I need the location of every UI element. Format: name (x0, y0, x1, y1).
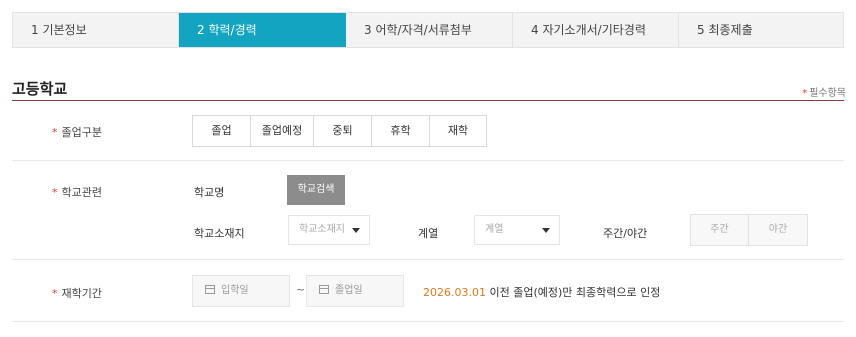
step-navigation: 1 기본정보 2 학력/경력 3 어학/자격/서류첨부 4 자기소개서/기타경력… (12, 12, 844, 56)
option-expected[interactable]: 졸업예정 (251, 116, 314, 146)
required-mark: * (802, 88, 808, 99)
step-label: 2 학력/경력 (197, 23, 257, 37)
option-graduated[interactable]: 졸업 (193, 116, 251, 146)
step-education-career[interactable]: 2 학력/경력 (179, 13, 346, 56)
option-day[interactable]: 주간 (691, 215, 749, 245)
step-language-cert[interactable]: 3 어학/자격/서류첨부 (346, 13, 513, 47)
period-note-text: 이전 졸업(예정)만 최종학력으로 인정 (485, 286, 661, 299)
school-location-label: 학교소재지 (194, 227, 245, 240)
school-location-select[interactable]: 학교소재지 (288, 215, 370, 245)
graduation-date-input[interactable]: 졸업일 (306, 275, 404, 307)
required-mark: * (52, 287, 58, 300)
option-dropout[interactable]: 중퇴 (314, 116, 372, 146)
school-label: * 학교관련 (52, 186, 102, 199)
calendar-icon (205, 285, 215, 294)
option-night[interactable]: 야간 (749, 215, 807, 245)
required-note: * 필수항목 (802, 84, 846, 99)
step-self-intro[interactable]: 4 자기소개서/기타경력 (513, 13, 679, 47)
step-final-submit[interactable]: 5 최종제출 (679, 13, 843, 47)
row-divider (12, 321, 844, 322)
required-mark: * (52, 126, 58, 139)
option-enrolled[interactable]: 재학 (430, 116, 486, 146)
school-search-button[interactable]: 학교검색 (287, 175, 345, 205)
required-mark: * (52, 186, 58, 199)
chevron-down-icon (542, 228, 550, 233)
graduation-status-group: 졸업 졸업예정 중퇴 휴학 재학 (192, 115, 487, 147)
active-step-caret (253, 48, 269, 56)
school-name-label: 학교명 (194, 186, 225, 199)
date-separator: ~ (296, 283, 306, 296)
graduation-label: * 졸업구분 (52, 126, 102, 139)
required-note-text: 필수항목 (809, 88, 846, 99)
track-select[interactable]: 계열 (474, 215, 560, 245)
chevron-down-icon (352, 228, 360, 233)
step-basic-info[interactable]: 1 기본정보 (13, 13, 179, 47)
section-divider (12, 100, 844, 101)
daynight-toggle-group: 주간 야간 (690, 214, 808, 246)
period-note: 2026.03.01 이전 졸업(예정)만 최종학력으로 인정 (423, 284, 660, 300)
calendar-icon (319, 285, 329, 294)
row-divider (12, 160, 844, 161)
option-leave[interactable]: 휴학 (372, 116, 430, 146)
section-title: 고등학교 (12, 80, 68, 98)
cutoff-date: 2026.03.01 (423, 286, 486, 299)
entry-date-input[interactable]: 입학일 (192, 275, 290, 307)
daynight-label: 주간/야간 (603, 227, 648, 240)
period-label: * 재학기간 (52, 287, 102, 300)
row-divider (12, 259, 844, 260)
track-label: 계열 (418, 227, 439, 240)
